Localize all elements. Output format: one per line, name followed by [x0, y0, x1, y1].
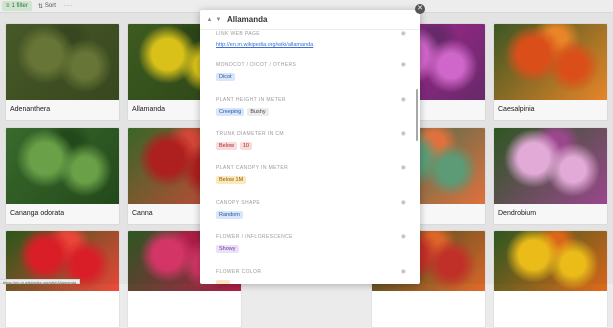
property-label: FLOWER COLOR: [216, 269, 262, 275]
property-field: PLANT HEIGHT IN METER ◉ Creeping Bushy: [216, 97, 406, 116]
property-label: MONOCOT / DICOT / OTHERS: [216, 62, 297, 68]
eye-icon[interactable]: ◉: [401, 30, 406, 37]
property-field: FLOWER COLOR ◉: [216, 269, 406, 284]
tag: [216, 280, 230, 284]
property-label: PLANT HEIGHT IN METER: [216, 97, 286, 103]
tag-list: Showy: [216, 245, 406, 253]
tag-list: Below 10: [216, 142, 406, 150]
panel-scrollbar[interactable]: [416, 89, 418, 141]
record-detail-panel: ▲ ▼ Allamanda LINK WEB PAGE ◉ http://en.m.…: [200, 10, 420, 284]
tag: Dicot: [216, 73, 235, 81]
property-field: MONOCOT / DICOT / OTHERS ◉ Dicot: [216, 62, 406, 81]
tag: Creeping: [216, 108, 245, 116]
tag: Showy: [216, 245, 239, 253]
property-field: TRUNK DIAMETER IN CM ◉ Below 10: [216, 131, 406, 150]
eye-icon[interactable]: ◉: [401, 96, 406, 103]
tag: Random: [216, 211, 243, 219]
tag-list: Below 1M: [216, 176, 406, 184]
web-page-link[interactable]: http://en.m.wikipedia.org/wiki/allamanda: [216, 42, 406, 48]
property-label: FLOWER / INFLORESCENCE: [216, 234, 293, 240]
property-field: LINK WEB PAGE ◉ http://en.m.wikipedia.org/…: [216, 31, 406, 48]
tag: Below 1M: [216, 176, 247, 184]
tag-list: Dicot: [216, 73, 406, 81]
eye-icon[interactable]: ◉: [401, 61, 406, 68]
property-field: FLOWER / INFLORESCENCE ◉ Showy: [216, 234, 406, 253]
chevron-up-icon[interactable]: ▲: [205, 17, 214, 23]
property-field: PLANT CANOPY IN METER ◉ Below 1M: [216, 165, 406, 184]
panel-title: Allamanda: [227, 15, 268, 24]
tag-list: Creeping Bushy: [216, 108, 406, 116]
chevron-down-icon[interactable]: ▼: [214, 17, 223, 23]
eye-icon[interactable]: ◉: [401, 233, 406, 240]
panel-header: ▲ ▼ Allamanda: [200, 10, 420, 30]
property-label: CANOPY SHAPE: [216, 200, 261, 206]
tag: Below: [216, 142, 237, 150]
tag-list: [216, 280, 406, 284]
eye-icon[interactable]: ◉: [401, 199, 406, 206]
eye-icon[interactable]: ◉: [401, 268, 406, 275]
property-label: LINK WEB PAGE: [216, 31, 261, 37]
tag: 10: [239, 142, 253, 150]
tag: Bushy: [247, 108, 269, 116]
property-label: TRUNK DIAMETER IN CM: [216, 131, 284, 137]
close-icon[interactable]: ✕: [415, 4, 425, 14]
eye-icon[interactable]: ◉: [401, 130, 406, 137]
property-field: CANOPY SHAPE ◉ Random: [216, 200, 406, 219]
eye-icon[interactable]: ◉: [401, 164, 406, 171]
property-label: PLANT CANOPY IN METER: [216, 165, 289, 171]
tag-list: Random: [216, 211, 406, 219]
